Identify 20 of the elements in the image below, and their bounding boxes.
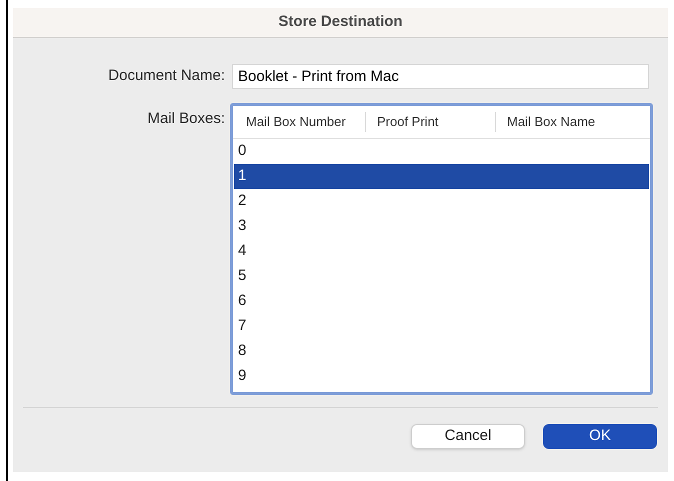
field-label: Document Name: (107, 66, 225, 86)
table-row[interactable]: 0 (234, 139, 649, 164)
mailbox-table[interactable]: Mail Box Number Proof Print Mail Box Name 0 1 2 3 4 5 6 7 8 9 (230, 103, 653, 395)
table-row[interactable]: 6 (234, 289, 649, 314)
table-row[interactable]: 1 (234, 164, 649, 189)
field-label: Mail Boxes: (146, 109, 225, 129)
ok-button[interactable]: OK (543, 424, 657, 449)
table-row[interactable]: 9 (234, 364, 649, 389)
table-row[interactable]: 2 (234, 189, 649, 214)
table-row[interactable]: 7 (234, 314, 649, 339)
column-header[interactable]: Mail Box Name (495, 112, 635, 132)
table-row[interactable]: 5 (234, 264, 649, 289)
document-name-field[interactable]: Booklet - Print from Mac (232, 64, 649, 89)
table-row[interactable]: 4 (234, 239, 649, 264)
cancel-button[interactable]: Cancel (411, 424, 525, 449)
window-title: Store Destination (278, 12, 403, 32)
column-header[interactable]: Mail Box Number (235, 112, 365, 132)
column-header[interactable]: Proof Print (365, 112, 495, 132)
table-row[interactable]: 8 (234, 339, 649, 364)
table-row[interactable]: 3 (234, 214, 649, 239)
